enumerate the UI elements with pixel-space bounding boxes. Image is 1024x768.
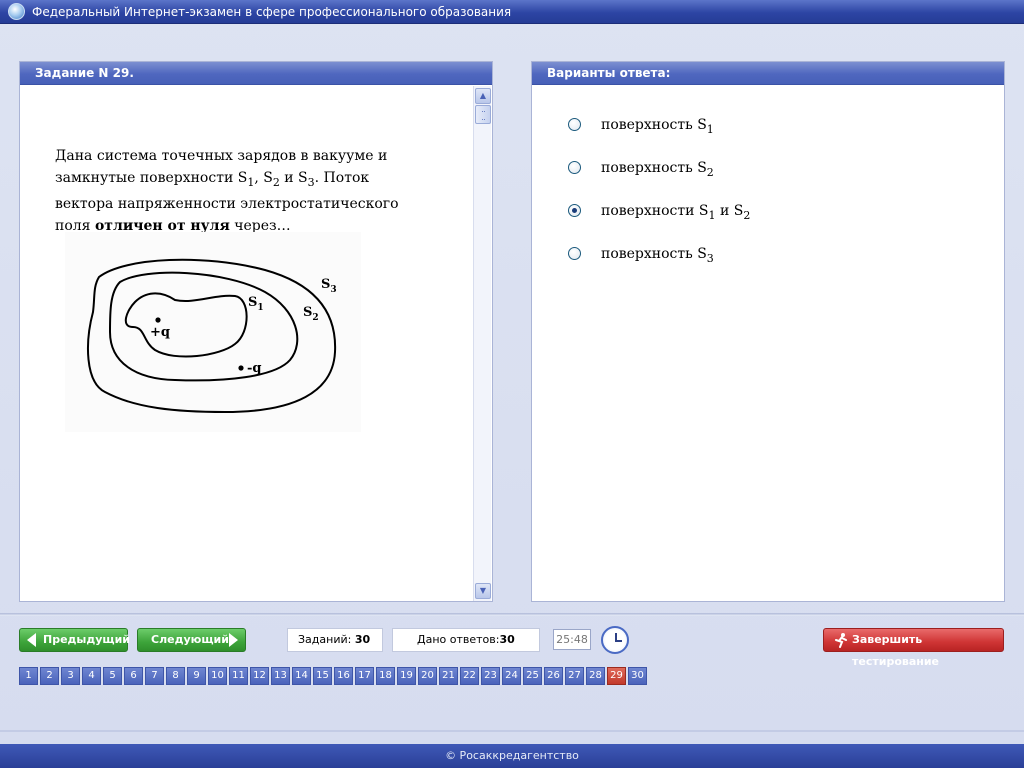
surface-s1 [124,292,248,358]
globe-icon [8,3,25,20]
scroll-up-arrow-icon[interactable]: ▲ [475,88,491,104]
page-button-18[interactable]: 18 [376,667,395,685]
page-button-5[interactable]: 5 [103,667,122,685]
charge-neg-label: -q [247,361,262,376]
option-label: поверхность S1 [601,117,714,136]
title-bar: Федеральный Интернет-экзамен в сфере про… [0,0,1024,24]
question-pagination: 1 2 3 4 5 6 7 8 9 10 11 12 13 14 15 16 17 18 19 20 21 22 23 24 2… [19,667,659,685]
next-label: Следующий [151,633,229,646]
page-button-25[interactable]: 25 [523,667,542,685]
task-panel: Задание N 29. Дана система точечных заря… [19,61,493,602]
surface-s2 [108,271,299,382]
surfaces-figure: +q -q S1 S2 S3 [65,232,361,432]
page-button-12[interactable]: 12 [250,667,269,685]
runner-icon [835,633,847,648]
page-button-15[interactable]: 15 [313,667,332,685]
page-button-3[interactable]: 3 [61,667,80,685]
footer: © Росаккредагентство [0,744,1024,768]
page-button-24[interactable]: 24 [502,667,521,685]
answer-option-3[interactable]: поверхности S1 и S2 [568,198,948,224]
page-button-29[interactable]: 29 [607,667,626,685]
label-s2: S2 [303,305,319,323]
page-button-2[interactable]: 2 [40,667,59,685]
page-button-11[interactable]: 11 [229,667,248,685]
page-button-13[interactable]: 13 [271,667,290,685]
task-header: Задание N 29. [20,62,492,85]
divider [0,613,1024,616]
task-scrollbar[interactable]: ▲ ▼ [473,86,491,601]
tasks-count: 30 [354,633,371,646]
tasks-label: Заданий: [298,633,352,646]
page-button-30[interactable]: 30 [628,667,647,685]
question-line: вектора напряженности электростатическог… [55,196,399,212]
answer-panel: Варианты ответа: поверхность S1 поверхно… [531,61,1005,602]
window-title: Федеральный Интернет-экзамен в сфере про… [32,5,512,19]
previous-label: Предыдущий [43,633,131,646]
question-line: замкнутые поверхности S1, S2 и S3. Поток [55,170,370,189]
page-button-7[interactable]: 7 [145,667,164,685]
page-button-20[interactable]: 20 [418,667,437,685]
page-button-9[interactable]: 9 [187,667,206,685]
page-button-14[interactable]: 14 [292,667,311,685]
page-button-10[interactable]: 10 [208,667,227,685]
option-label: поверхности S1 и S2 [601,203,751,222]
answer-option-4[interactable]: поверхность S3 [568,241,948,267]
divider [0,730,1024,732]
option-label: поверхность S2 [601,160,714,179]
radio-button[interactable] [568,118,581,131]
page-button-27[interactable]: 27 [565,667,584,685]
answer-option-1[interactable]: поверхность S1 [568,112,948,138]
label-s3: S3 [321,277,337,295]
radio-button-selected[interactable] [568,204,581,217]
answer-option-2[interactable]: поверхность S2 [568,155,948,181]
page-button-4[interactable]: 4 [82,667,101,685]
answer-header: Варианты ответа: [532,62,1004,85]
radio-button[interactable] [568,161,581,174]
radio-button[interactable] [568,247,581,260]
page-button-22[interactable]: 22 [460,667,479,685]
page-button-26[interactable]: 26 [544,667,563,685]
answered-count: 30 [499,633,515,646]
page-button-19[interactable]: 19 [397,667,416,685]
question-line: Дана система точечных зарядов в вакууме … [55,148,388,164]
scroll-thumb[interactable] [475,105,491,124]
answered-label: Дано ответов: [417,633,500,646]
charge-pos-label: +q [150,325,170,340]
negative-charge [238,365,244,371]
next-button[interactable]: Следующий [137,628,246,652]
answered-counter: Дано ответов:30 [392,628,540,652]
page-button-1[interactable]: 1 [19,667,38,685]
page-button-23[interactable]: 23 [481,667,500,685]
previous-button[interactable]: Предыдущий [19,628,131,652]
page-button-21[interactable]: 21 [439,667,458,685]
page-button-8[interactable]: 8 [166,667,185,685]
tasks-counter: Заданий: 30 [287,628,383,652]
positive-charge [155,317,161,323]
finish-test-button[interactable]: Завершить тестирование [823,628,1004,668]
option-label: поверхность S3 [601,246,714,265]
arrow-left-icon [27,633,36,647]
label-s1: S1 [248,295,264,313]
timer-display: 25:48 [553,629,591,650]
page-button-28[interactable]: 28 [586,667,605,685]
question-text: Дана система точечных зарядов в вакууме … [55,145,425,237]
clock-icon [601,626,629,654]
finish-label: Завершить тестирование [852,633,940,668]
arrow-right-icon [229,633,238,647]
page-button-6[interactable]: 6 [124,667,143,685]
scroll-down-arrow-icon[interactable]: ▼ [475,583,491,599]
page-button-17[interactable]: 17 [355,667,374,685]
page-button-16[interactable]: 16 [334,667,353,685]
